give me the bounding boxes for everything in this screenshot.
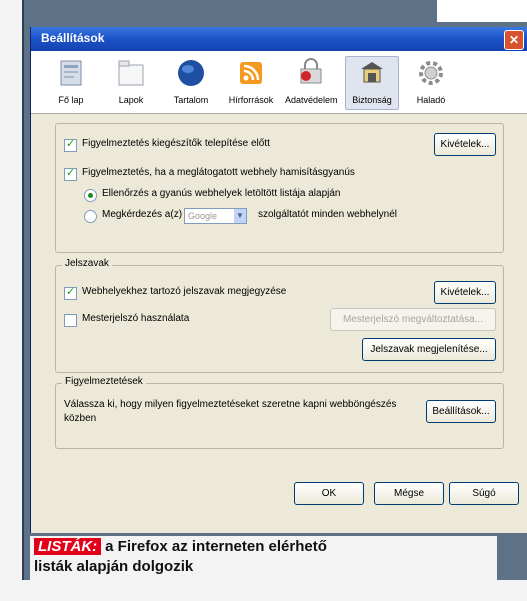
password-exceptions-button[interactable]: Kivételek... (434, 281, 496, 304)
close-button[interactable]: ✕ (504, 30, 524, 50)
tab-content[interactable]: Tartalom (165, 57, 217, 109)
radio-local-list[interactable] (84, 189, 97, 202)
tab-security[interactable]: Biztonság (345, 56, 399, 110)
warn-forgery-label: Figyelmeztetés, ha a meglátogatott webhe… (82, 167, 355, 178)
remember-passwords-checkbox[interactable] (64, 285, 77, 300)
radio-ask-provider[interactable] (84, 210, 97, 223)
radio-ask-suffix: szolgáltatót minden webhelynél (258, 209, 397, 220)
warnings-description-line2: közben (64, 413, 97, 424)
warnings-description-line1: Válassza ki, hogy milyen figyelmeztetése… (64, 399, 397, 410)
warn-install-checkbox[interactable] (64, 137, 77, 152)
remember-passwords-label: Webhelyekhez tartozó jelszavak megjegyzé… (82, 286, 287, 297)
tab-feeds[interactable]: Hírforrások (225, 57, 277, 109)
ok-button[interactable]: OK (294, 482, 364, 505)
master-password-label: Mesterjelszó használata (82, 313, 190, 324)
main-page-icon (55, 57, 87, 89)
security-group: Figyelmeztetés kiegészítők telepítése el… (55, 123, 504, 253)
warn-forgery-checkbox[interactable] (64, 166, 77, 181)
caption-line-2: listák alapján dolgozik (34, 558, 194, 575)
background-left-line (22, 0, 24, 601)
show-passwords-button[interactable]: Jelszavak megjelenítése... (362, 338, 496, 361)
caption-keyword: LISTÁK: (34, 538, 102, 555)
provider-select[interactable]: Google ▼ (184, 208, 247, 224)
content-globe-icon (175, 57, 207, 89)
security-icon (356, 57, 388, 89)
tab-privacy[interactable]: Adatvédelem (285, 57, 338, 109)
change-master-password-button[interactable]: Mesterjelszó megváltoztatása... (330, 308, 496, 331)
passwords-group: Jelszavak Webhelyekhez tartozó jelszavak… (55, 258, 504, 373)
warnings-group-title: Figyelmeztetések (62, 376, 146, 387)
privacy-icon (295, 57, 327, 89)
radio-local-label: Ellenőrzés a gyanús webhelyek letöltött … (102, 188, 341, 199)
help-button[interactable]: Súgó (449, 482, 519, 505)
feeds-icon (235, 57, 267, 89)
background-bottom-strip (0, 580, 527, 601)
tab-feeds-label: Hírforrások (228, 95, 274, 105)
chevron-down-icon: ▼ (234, 209, 246, 223)
options-toolbar: Fő lap Lapok Tartalom Hírforrások Adatvé… (31, 51, 527, 114)
title-bar[interactable]: Beállítások ✕ (31, 27, 527, 51)
radio-ask-label: Megkérdezés a(z) (102, 209, 183, 220)
warnings-settings-button[interactable]: Beállítások... (426, 400, 496, 423)
provider-select-value: Google (188, 211, 218, 221)
figure-caption: LISTÁK: a Firefox az interneten elérhető … (30, 536, 497, 580)
background-left-strip (0, 0, 24, 601)
cancel-button[interactable]: Mégse (374, 482, 444, 505)
tab-security-label: Biztonság (352, 95, 392, 105)
caption-line-1: LISTÁK: a Firefox az interneten elérhető (34, 538, 327, 555)
tab-content-label: Tartalom (173, 95, 209, 105)
tab-main[interactable]: Fő lap (45, 57, 97, 109)
background-top-strip (437, 0, 527, 22)
tabs-icon (115, 57, 147, 89)
tab-privacy-label: Adatvédelem (285, 95, 338, 105)
warnings-group: Figyelmeztetések Válassza ki, hogy milye… (55, 376, 504, 449)
tab-advanced[interactable]: Haladó (405, 57, 457, 109)
tab-tabs-label: Lapok (118, 95, 144, 105)
tab-tabs[interactable]: Lapok (105, 57, 157, 109)
install-exceptions-button[interactable]: Kivételek... (434, 133, 496, 156)
window-title: Beállítások (41, 31, 105, 45)
master-password-checkbox[interactable] (64, 314, 77, 327)
options-dialog: Beállítások ✕ Fő lap Lapok Tartalom Hírf… (30, 27, 527, 533)
tab-advanced-label: Haladó (416, 95, 446, 105)
caption-text-1: a Firefox az interneten elérhető (105, 538, 327, 555)
warn-install-label: Figyelmeztetés kiegészítők telepítése el… (82, 138, 270, 149)
passwords-group-title: Jelszavak (62, 258, 112, 269)
advanced-gear-icon (415, 57, 447, 89)
tab-main-label: Fő lap (58, 95, 84, 105)
